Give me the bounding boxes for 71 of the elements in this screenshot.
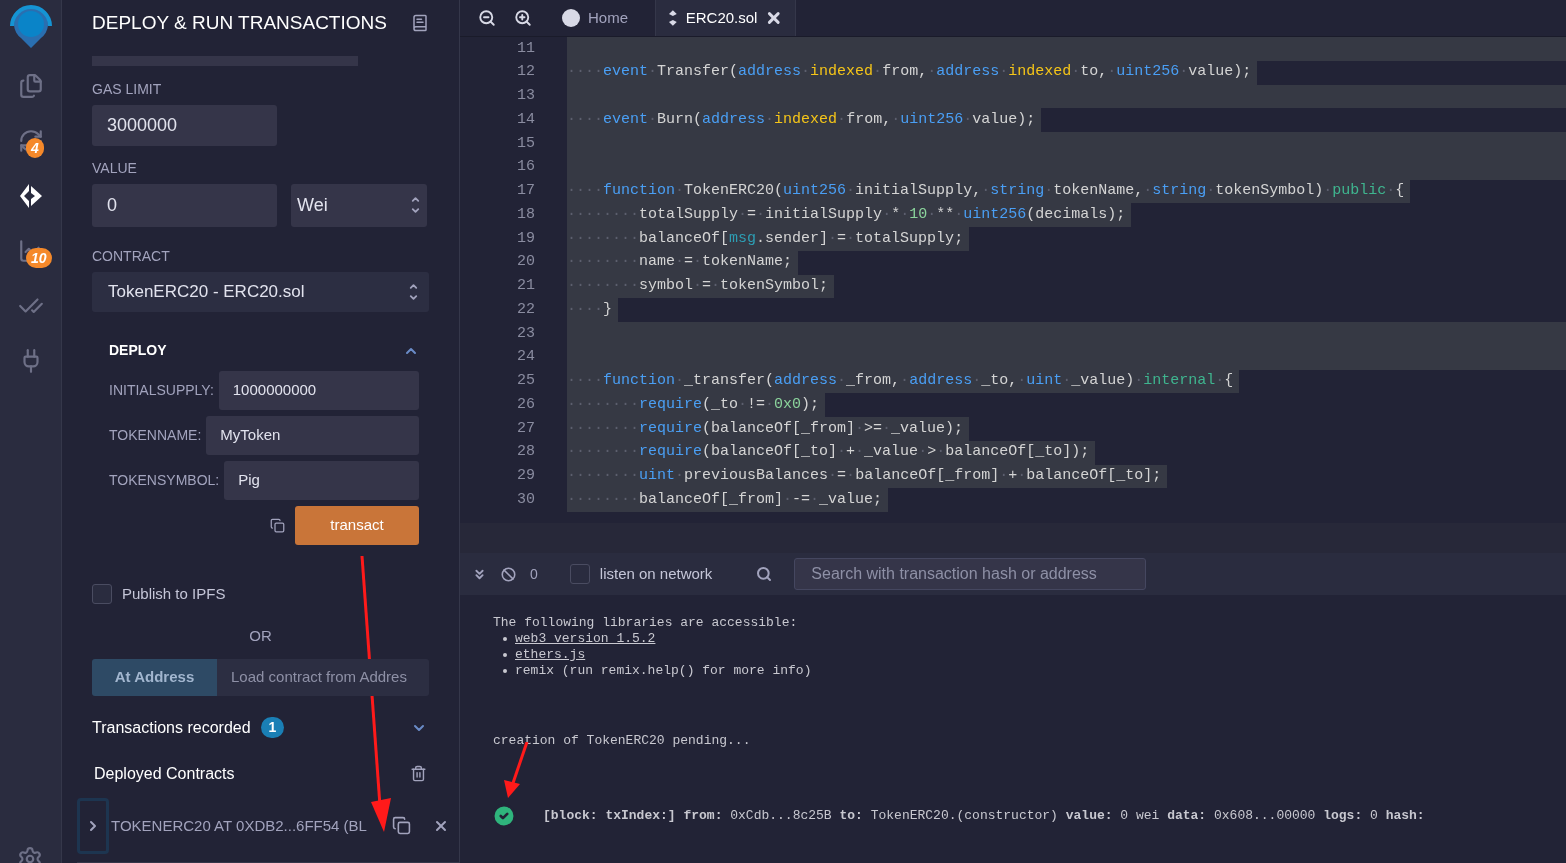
line-number: 14	[516, 109, 535, 130]
line-number: 23	[516, 323, 535, 344]
line-number: 21	[516, 276, 535, 297]
editor-tab[interactable]: ERC20.sol	[656, 0, 796, 36]
line-number: 30	[516, 489, 535, 510]
param-label: TOKENSYMBOL:	[109, 471, 220, 491]
checkbox[interactable]	[569, 564, 590, 584]
compiler-icon[interactable]	[17, 127, 44, 154]
solidity-icon	[668, 10, 678, 26]
clear-icon[interactable]	[501, 566, 516, 582]
copy-icon[interactable]	[392, 816, 411, 836]
line-number: 17	[516, 181, 535, 202]
close-icon[interactable]	[433, 818, 449, 834]
field-label: CONTRACT	[92, 246, 171, 266]
close-icon[interactable]	[765, 9, 783, 27]
copy-icon[interactable]	[270, 518, 285, 534]
line-number: 18	[516, 204, 535, 225]
section-title: DEPLOY	[109, 341, 167, 361]
line-number: 20	[516, 252, 535, 273]
line-number: 19	[516, 228, 535, 249]
address-field[interactable]: Load contract from Addres	[217, 659, 429, 696]
log-text: creation of TokenERC20 pending...	[493, 732, 752, 750]
line-number: 12	[516, 62, 535, 83]
line-number: 26	[516, 394, 535, 415]
count-badge: 10	[26, 248, 52, 268]
search-field[interactable]: Search with transaction hash or address	[794, 558, 1147, 590]
contract-select[interactable]: TokenERC20 - ERC20.sol	[92, 271, 429, 313]
param-field[interactable]: MyToken	[206, 416, 419, 456]
checkbox-label: Publish to IPFS	[122, 584, 226, 605]
library-link[interactable]: ethers.js	[515, 647, 586, 663]
count-badge: 4	[26, 138, 44, 158]
param-field[interactable]: Pig	[224, 461, 419, 501]
line-number: 13	[516, 86, 535, 107]
line-number: 11	[516, 38, 535, 59]
zoom-out-icon[interactable]	[478, 9, 496, 27]
library-link[interactable]: web3 version 1.5.2	[515, 631, 656, 647]
count-badge: 1	[260, 717, 285, 739]
field-label: GAS LIMIT	[92, 80, 163, 100]
transaction-log: [block: txIndex:] from: 0xCdb...8c25B to: TokenERC20.(constructor) value: 0 wei data: 0x608...00000 logs: 0 hash:	[543, 806, 1425, 825]
param-label: INITIALSUPPLY:	[109, 381, 214, 401]
line-number: 16	[516, 157, 535, 178]
line-number: 24	[516, 347, 535, 368]
files-icon[interactable]	[17, 72, 44, 99]
section-title: Transactions recorded	[92, 718, 251, 738]
line-number: 27	[516, 418, 535, 439]
line-number: 22	[516, 299, 535, 320]
checkbox[interactable]	[92, 584, 112, 605]
field-label: VALUE	[92, 158, 138, 178]
at-address-button[interactable]: At Address	[92, 659, 217, 696]
param-label: TOKENNAME:	[109, 426, 202, 446]
pending-count: 0	[530, 564, 538, 584]
book-icon[interactable]	[411, 14, 429, 32]
log-text: The following libraries are accessible:	[493, 615, 799, 631]
line-number: 29	[516, 466, 535, 487]
line-number: 28	[516, 442, 535, 463]
panel-title: DEPLOY & RUN TRANSACTIONS	[92, 10, 387, 35]
deploy-icon[interactable]	[17, 182, 44, 209]
zoom-in-icon[interactable]	[514, 9, 532, 27]
checkbox-label: listen on network	[599, 563, 713, 584]
line-number: 25	[516, 371, 535, 392]
trash-icon[interactable]	[410, 765, 427, 783]
section-title: Deployed Contracts	[94, 764, 235, 784]
search-icon[interactable]	[756, 566, 773, 582]
log-text: remix (run remix.help() for more info)	[515, 663, 812, 679]
line-number: 15	[516, 133, 535, 154]
or-label: OR	[249, 625, 272, 646]
unit-select[interactable]: Wei	[291, 183, 427, 227]
contract-instance[interactable]: TOKENERC20 AT 0XDB2...6FF54 (BL	[111, 814, 367, 838]
param-field[interactable]: 1000000000	[218, 371, 419, 411]
value-field[interactable]: 0	[92, 183, 277, 227]
gas-limit-field[interactable]: 3000000	[92, 105, 277, 146]
